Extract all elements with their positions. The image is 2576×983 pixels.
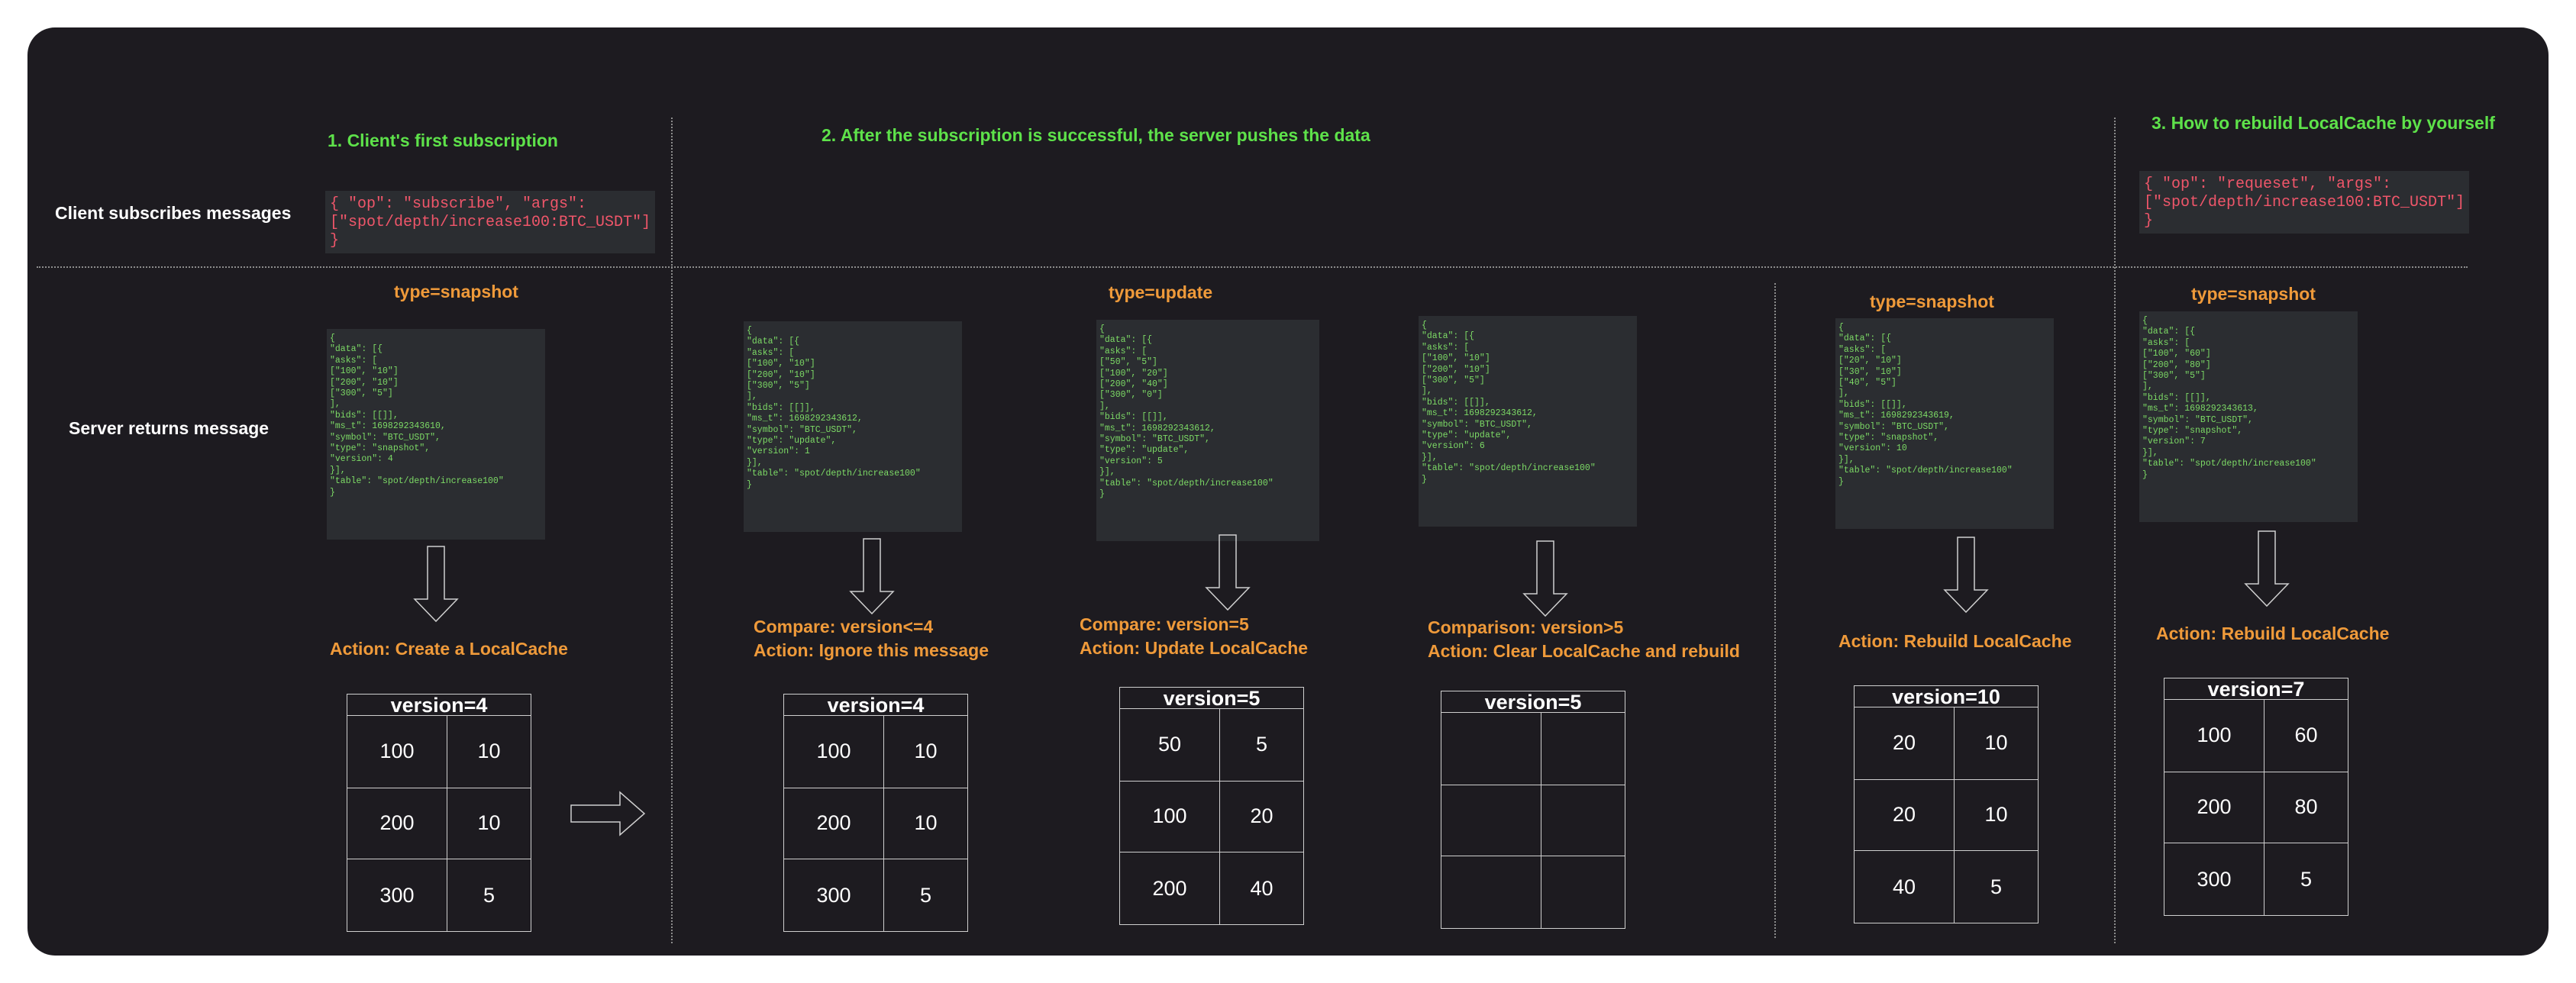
down-arrow-icon — [1205, 534, 1251, 611]
type-label: type=snapshot — [394, 282, 518, 301]
action-text: Action: Create a LocalCache — [330, 639, 568, 659]
cache-version-header: version=4 — [784, 695, 967, 716]
cache-amount-cell: 10 — [1984, 731, 2008, 754]
cache-amount-cell: 80 — [2294, 795, 2318, 818]
cache-price-cell: 300 — [2197, 867, 2232, 891]
action-text: Compare: version=5 Action: Update LocalC… — [1080, 614, 1309, 658]
cache-price-cell: 200 — [1152, 876, 1187, 900]
cache-price-cell: 100 — [816, 740, 851, 762]
local-cache-table: version=5 — [1441, 691, 1625, 929]
step2-title: 2. After the subscription is successful,… — [822, 125, 1370, 145]
server-message-code: { "data": [{ "asks": [ ["100", "10"] ["2… — [327, 329, 545, 540]
cache-amount-cell: 10 — [477, 740, 501, 762]
cache-version-header: version=5 — [1120, 688, 1303, 709]
action-text: Action: Rebuild LocalCache — [2156, 624, 2390, 643]
down-arrow-icon — [1522, 540, 1568, 617]
cache-version-header: version=7 — [2164, 678, 2348, 700]
local-cache-table: version=7 100 60 200 80 300 5 — [2164, 678, 2348, 916]
column-divider — [1774, 283, 1776, 938]
cache-price-cell: 300 — [816, 883, 851, 907]
server-message-code: { "data": [{ "asks": [ ["20", "10"] ["30… — [1835, 318, 2054, 529]
cache-amount-cell: 10 — [477, 811, 501, 834]
cache-amount-cell: 5 — [2300, 867, 2313, 891]
cache-amount-cell: 5 — [919, 883, 932, 907]
action-text: Action: Rebuild LocalCache — [1838, 631, 2072, 651]
local-cache-table: version=4 100 10 200 10 300 5 — [783, 694, 968, 932]
cache-price-cell: 50 — [1157, 733, 1182, 756]
cache-amount-cell: 40 — [1250, 876, 1273, 900]
step2-divider — [2114, 118, 2116, 943]
cache-amount-cell: 60 — [2294, 724, 2318, 746]
server-message-code: { "data": [{ "asks": [ ["100", "60"] ["2… — [2139, 311, 2358, 522]
cache-amount-cell: 5 — [1255, 733, 1268, 756]
requeset-request-code: { "op": "requeset", "args": ["spot/depth… — [2139, 171, 2470, 234]
cache-amount-cell: 20 — [1250, 804, 1273, 827]
action-text: Comparison: version>5 Action: Clear Loca… — [1428, 617, 1740, 661]
cache-amount-cell: 10 — [914, 811, 938, 834]
diagram-canvas: 1. Client's first subscription 2. After … — [27, 27, 2549, 956]
cache-amount-cell: 5 — [1990, 875, 2003, 898]
row-divider — [37, 266, 2468, 268]
server-message-code: { "data": [{ "asks": [ ["100", "10"] ["2… — [1419, 316, 1637, 527]
subscribe-request-code: { "op": "subscribe", "args": ["spot/dept… — [325, 191, 656, 253]
server-message-code: { "data": [{ "asks": [ ["50", "5"] ["100… — [1096, 320, 1319, 541]
down-arrow-icon — [849, 538, 895, 615]
cache-price-cell: 200 — [816, 811, 851, 834]
down-arrow-icon — [2244, 530, 2290, 608]
cache-price-cell: 200 — [2197, 795, 2232, 818]
local-cache-table: version=5 50 5 100 20 200 40 — [1119, 687, 1304, 925]
down-arrow-icon — [1943, 537, 1989, 614]
cache-version-header: version=10 — [1855, 686, 2038, 707]
type-label: type=snapshot — [1870, 292, 1994, 311]
step3-title: 3. How to rebuild LocalCache by yourself — [2152, 113, 2495, 133]
server-row-label: Server returns message — [69, 418, 270, 438]
client-row-label: Client subscribes messages — [55, 203, 292, 223]
server-message-code: { "data": [{ "asks": [ ["100", "10"] ["2… — [744, 321, 962, 532]
action-text: Compare: version<=4 Action: Ignore this … — [754, 617, 989, 660]
type-label: type=update — [1109, 282, 1213, 302]
type-label: type=snapshot — [2191, 284, 2316, 304]
down-arrow-icon — [413, 546, 459, 623]
cache-price-cell: 300 — [379, 883, 415, 907]
cache-version-header: version=5 — [1441, 691, 1625, 713]
cache-price-cell: 20 — [1892, 731, 1916, 754]
right-arrow-icon — [570, 791, 646, 836]
cache-price-cell: 20 — [1892, 803, 1916, 826]
local-cache-table: version=10 20 10 20 10 40 5 — [1854, 685, 2039, 923]
cache-price-cell: 100 — [1152, 804, 1187, 827]
cache-version-header: version=4 — [347, 695, 531, 716]
cache-price-cell: 100 — [2197, 724, 2232, 746]
step1-title: 1. Client's first subscription — [328, 131, 558, 150]
cache-price-cell: 200 — [379, 811, 415, 834]
cache-amount-cell: 10 — [1984, 803, 2008, 826]
step1-divider — [671, 118, 673, 943]
local-cache-table: version=4 100 10 200 10 300 5 — [347, 694, 531, 932]
cache-price-cell: 40 — [1892, 875, 1916, 898]
cache-price-cell: 100 — [379, 740, 415, 762]
cache-amount-cell: 10 — [914, 740, 938, 762]
cache-amount-cell: 5 — [483, 883, 496, 907]
